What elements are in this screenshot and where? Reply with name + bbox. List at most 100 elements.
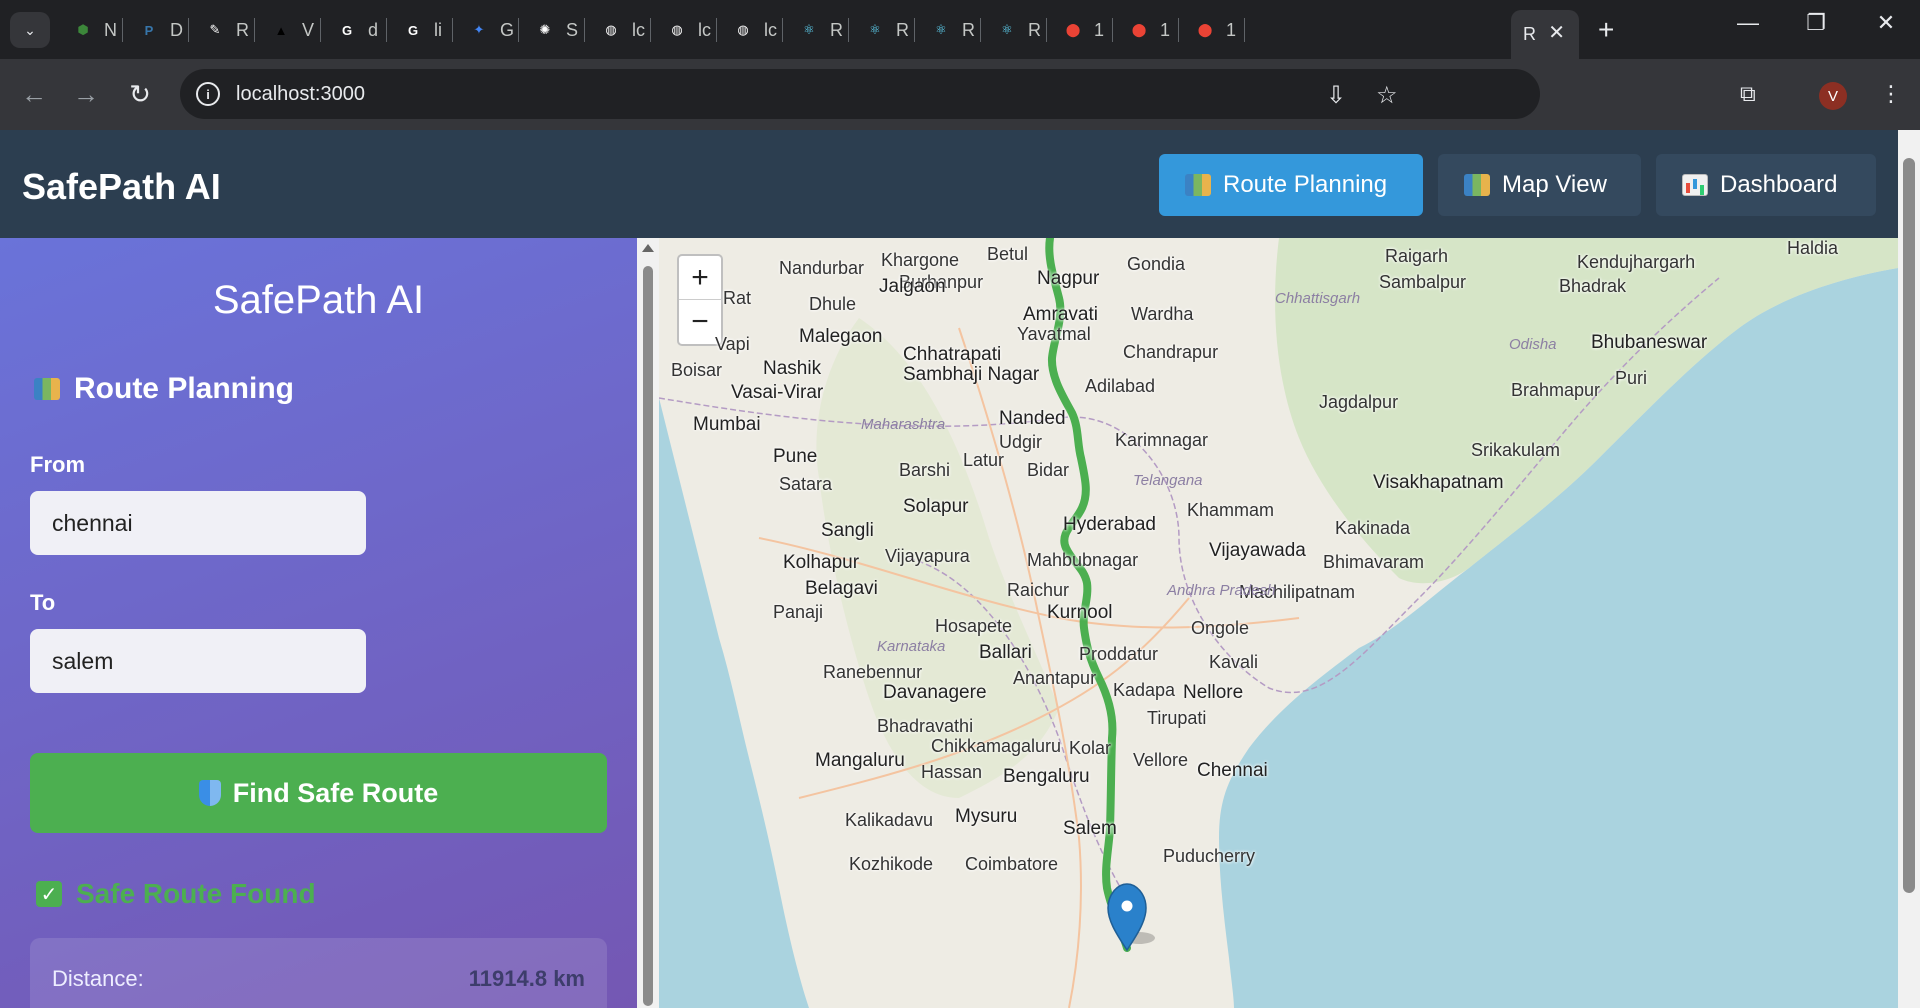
tab-title: d xyxy=(368,19,379,40)
map-region-label: Odisha xyxy=(1509,336,1557,353)
map-city-label: Davanagere xyxy=(883,682,987,703)
map-city-label: Vasai-Virar xyxy=(731,382,824,403)
zoom-in-button[interactable]: + xyxy=(679,256,721,300)
tab-favicon-icon: ⚛ xyxy=(935,22,947,37)
map-city-label: Ballari xyxy=(979,642,1032,663)
map-city-label: Kendujhargarh xyxy=(1577,252,1696,272)
map-region-label: Andhra Pradesh xyxy=(1167,582,1276,599)
map-city-label: Visakhapatnam xyxy=(1373,472,1504,493)
map-city-label: Kolhapur xyxy=(783,552,860,573)
map-city-label: Bidar xyxy=(1027,460,1070,480)
shield-icon xyxy=(198,780,221,806)
find-safe-route-button[interactable]: Find Safe Route xyxy=(30,753,607,833)
map-city-label: Rat xyxy=(723,288,752,308)
map-city-label: Mumbai xyxy=(693,414,761,435)
map-canvas[interactable] xyxy=(659,238,1898,1008)
map-city-label: Betul xyxy=(987,244,1029,264)
tab-active[interactable]: R ✕ xyxy=(1511,10,1579,59)
extensions-icon[interactable]: ⧉ xyxy=(1740,81,1756,107)
tab-favicon-icon: G xyxy=(341,22,353,38)
check-icon: ✓ xyxy=(36,881,62,907)
tab-title: li xyxy=(434,19,442,40)
tab-title: 1 xyxy=(1226,19,1237,40)
tab-favicon-icon: ◍ xyxy=(671,22,683,37)
bar-chart-icon xyxy=(1682,174,1708,196)
new-tab-button[interactable]: + xyxy=(1598,14,1614,46)
address-bar[interactable]: i localhost:3000 ⇩ ☆ xyxy=(180,69,1540,119)
tab-favicon-icon: ✎ xyxy=(209,22,221,37)
map-city-label: Chennai xyxy=(1197,760,1268,781)
section-heading: Route Planning xyxy=(34,372,294,406)
section-title: Route Planning xyxy=(74,372,294,405)
tab-favicon-icon: ✺ xyxy=(539,22,551,37)
page-scrollbar[interactable] xyxy=(1898,130,1920,1008)
map-icon xyxy=(1464,174,1490,196)
tab-title: lc xyxy=(764,19,777,40)
map-city-label: Bengaluru xyxy=(1003,766,1090,787)
map-region-label: Karnataka xyxy=(877,638,946,655)
install-app-icon[interactable]: ⇩ xyxy=(1326,81,1346,110)
map-city-label: Udgir xyxy=(999,432,1043,452)
site-info-icon[interactable]: i xyxy=(196,82,220,106)
map-city-label: Kozhikode xyxy=(849,854,934,874)
tab-favicon-icon: ⚛ xyxy=(1001,22,1013,37)
map-city-label: Boisar xyxy=(671,360,723,380)
bookmark-star-icon[interactable]: ☆ xyxy=(1376,81,1398,110)
tab-title: R xyxy=(1523,24,1536,44)
tab-title: R xyxy=(236,19,249,40)
to-input[interactable] xyxy=(30,629,366,693)
map-view[interactable]: + − Nagpur Gondia Raigarh Kendujhargarh Hald… xyxy=(659,238,1898,1008)
map-city-label: Jalgaon xyxy=(879,276,946,297)
tab-title: lc xyxy=(632,19,645,40)
map-city-label: Barshi xyxy=(899,460,951,480)
minimize-button[interactable]: — xyxy=(1728,10,1768,36)
scroll-thumb[interactable] xyxy=(643,266,653,1006)
tab-title: G xyxy=(500,19,515,40)
back-button[interactable]: ← xyxy=(18,79,50,110)
map-city-label: Wardha xyxy=(1131,304,1194,324)
nav-map-view-button[interactable]: Map View xyxy=(1438,154,1641,216)
map-region-label: Telangana xyxy=(1133,472,1203,489)
nav-dashboard-button[interactable]: Dashboard xyxy=(1656,154,1876,216)
map-city-label: Yavatmal xyxy=(1017,324,1091,344)
map-city-label: Haldia xyxy=(1787,238,1839,258)
reload-button[interactable]: ↻ xyxy=(124,79,156,110)
map-city-label: Khammam xyxy=(1187,500,1275,520)
tab-favicon-icon: ◍ xyxy=(737,22,749,37)
sidebar-title: SafePath AI xyxy=(212,278,425,322)
tab-title: R xyxy=(830,19,843,40)
map-city-label: Chandrapur xyxy=(1123,342,1219,362)
map-city-label: Srikakulam xyxy=(1471,440,1561,460)
tab-favicon-icon: P xyxy=(144,22,154,38)
map-city-label: Tirupati xyxy=(1147,708,1207,728)
restore-button[interactable]: ❐ xyxy=(1796,10,1836,36)
profile-avatar[interactable]: V xyxy=(1819,82,1847,110)
map-city-label: Nagpur xyxy=(1037,268,1100,289)
map-city-label: Nanded xyxy=(999,408,1066,429)
tab-title: 1 xyxy=(1160,19,1171,40)
close-window-button[interactable]: ✕ xyxy=(1866,10,1906,36)
map-city-label: Sambhaji Nagar xyxy=(903,364,1040,385)
map-city-label: Raichur xyxy=(1007,580,1070,600)
url-text[interactable]: localhost:3000 xyxy=(236,83,365,106)
map-icon xyxy=(34,378,60,400)
map-city-label: Latur xyxy=(963,450,1005,470)
close-icon[interactable]: ✕ xyxy=(1548,20,1565,45)
tab-search-button[interactable]: ⌄ xyxy=(10,12,50,48)
tab-title: 1 xyxy=(1094,19,1105,40)
map-city-label: Salem xyxy=(1063,818,1117,839)
map-city-label: Adilabad xyxy=(1085,376,1156,396)
tab-title: R xyxy=(962,19,975,40)
nav-route-planning-button[interactable]: Route Planning xyxy=(1159,154,1423,216)
menu-kebab-icon[interactable]: ⋮ xyxy=(1880,81,1902,107)
browser-tab[interactable]: ⬤ 1 xyxy=(1182,10,1262,50)
find-button-label: Find Safe Route xyxy=(232,777,439,808)
forward-button[interactable]: → xyxy=(70,79,102,110)
sidebar-scrollbar[interactable] xyxy=(637,238,659,1008)
from-input[interactable] xyxy=(30,491,366,555)
map-city-label: Belagavi xyxy=(805,578,878,599)
app-header: SafePath AI Route Planning Map View Dash… xyxy=(0,130,1898,238)
tab-title: S xyxy=(566,19,579,40)
nav-label: Dashboard xyxy=(1720,171,1838,198)
scroll-thumb[interactable] xyxy=(1903,158,1915,893)
